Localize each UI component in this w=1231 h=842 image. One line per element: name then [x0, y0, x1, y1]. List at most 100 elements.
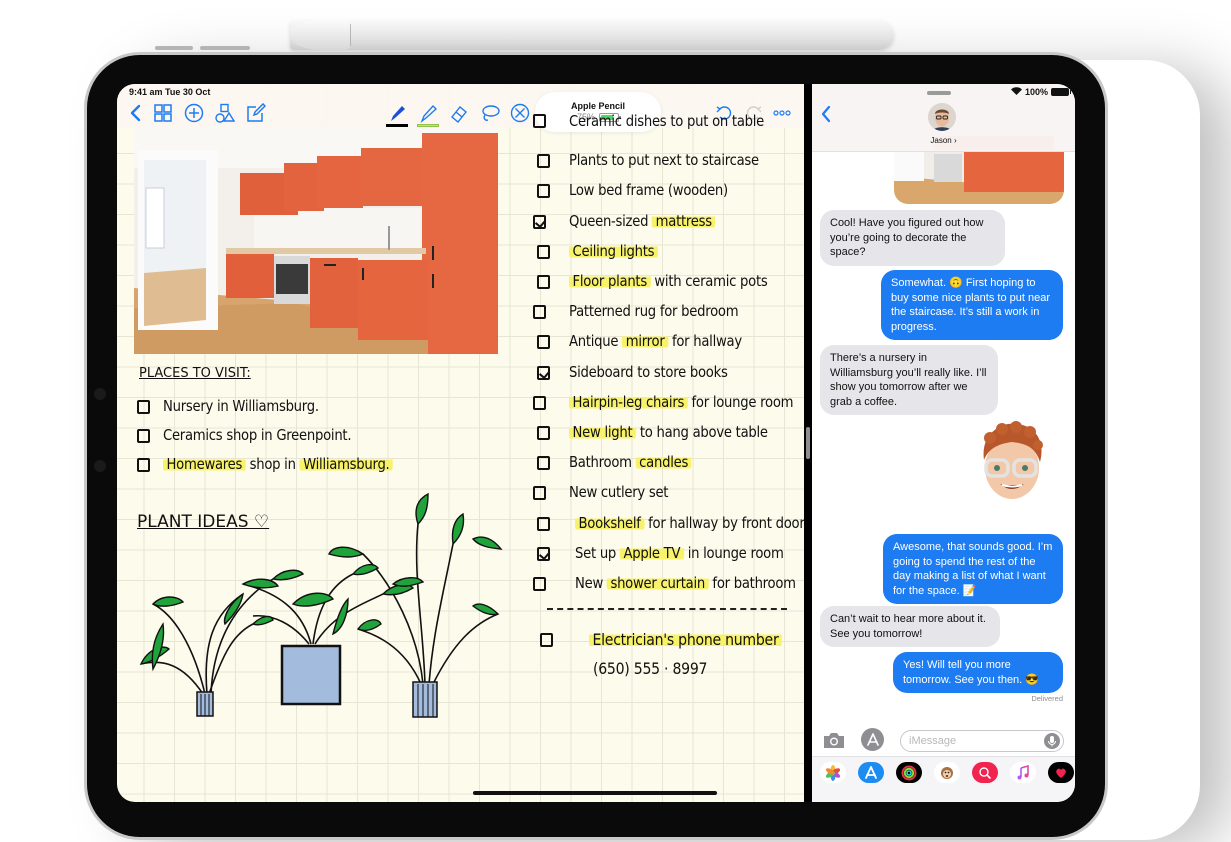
activity-icon[interactable]: [896, 762, 922, 783]
text: Plants to put next to staircase: [569, 151, 759, 170]
highlight: mirror: [622, 332, 669, 351]
kitchen-photo[interactable]: [134, 128, 498, 354]
received-message-bubble[interactable]: There’s a nursery in Williamsburg you’ll…: [820, 345, 998, 415]
animoji-icon[interactable]: [934, 762, 960, 783]
checklist-item: Plants to put next to staircase: [569, 151, 759, 169]
slide-over-grabber[interactable]: [927, 91, 951, 95]
text: in lounge room: [683, 543, 784, 562]
sent-message-bubble[interactable]: Somewhat. 🙃 First hoping to buy some nic…: [881, 270, 1063, 340]
camera-icon[interactable]: [822, 731, 846, 754]
checkbox[interactable]: [537, 426, 550, 440]
contact-name[interactable]: Jason ›: [812, 136, 1075, 145]
imessage-input[interactable]: iMessage: [900, 730, 1064, 752]
checklist-item: Bookshelf for hallway by front door: [575, 513, 805, 532]
plant-drawing[interactable]: [133, 484, 503, 724]
ipad-screen: 9:41 am Tue 30 Oct Apple Pencil 75% PLAC…: [117, 84, 1075, 802]
checklist-item: Ceiling lights: [569, 241, 658, 260]
checkbox[interactable]: [533, 577, 546, 591]
checklist-item: Hairpin-leg chairs for lounge room: [569, 392, 794, 411]
more-icon[interactable]: [771, 102, 793, 124]
camera-dot: [94, 460, 106, 472]
electrician-phone: (650) 555 · 8997: [593, 659, 708, 678]
lasso-tool-icon[interactable]: [479, 102, 501, 124]
checkbox[interactable]: [533, 486, 546, 501]
sent-message-bubble[interactable]: Yes! Will tell you more tomorrow. See yo…: [893, 652, 1063, 693]
eraser-tool-icon[interactable]: [448, 102, 470, 124]
pencil-band: [350, 24, 351, 46]
battery-icon: [1051, 88, 1071, 96]
add-circle-icon[interactable]: [183, 102, 205, 124]
checkbox[interactable]: [137, 429, 150, 443]
checkbox[interactable]: [537, 516, 550, 531]
text: with ceramic pots: [650, 272, 768, 290]
grid-icon[interactable]: [152, 102, 174, 124]
status-bar-right: 100%: [1010, 87, 1071, 97]
app-store-icon[interactable]: [858, 762, 884, 783]
checkbox[interactable]: [537, 275, 550, 289]
memoji-sticker[interactable]: [974, 420, 1050, 506]
checklist-item: New shower curtain for bathroom: [575, 574, 796, 592]
back-chevron-icon[interactable]: [820, 105, 832, 128]
place-item: Nursery in Williamsburg.: [163, 397, 319, 415]
power-button: [230, 46, 250, 50]
sent-message-bubble[interactable]: Awesome, that sounds good. I’m going to …: [883, 534, 1063, 604]
checkbox[interactable]: [537, 365, 550, 380]
received-message-bubble[interactable]: Can’t wait to hear more about it. See yo…: [820, 606, 1000, 647]
checklist-item: Bathroom candles: [569, 453, 692, 472]
app-store-button[interactable]: [861, 728, 884, 751]
checklist-item: New light to hang above table: [569, 423, 768, 441]
text: Queen-sized: [569, 211, 653, 230]
highlight: Homewares: [163, 455, 246, 473]
checkbox[interactable]: [137, 400, 150, 414]
highlight: Apple TV: [619, 543, 684, 562]
volume-button: [155, 46, 193, 50]
checklist-item: New cutlery set: [569, 483, 668, 501]
checkbox[interactable]: [533, 214, 546, 229]
highlight: Bookshelf: [575, 513, 645, 532]
highlighter-tool-icon[interactable]: [417, 102, 439, 124]
checklist-item: Set up Apple TV in lounge room: [575, 543, 784, 562]
pen-tool-icon[interactable]: [386, 102, 408, 124]
checkbox[interactable]: [533, 305, 546, 320]
checkbox[interactable]: [537, 154, 550, 169]
split-view-handle[interactable]: [806, 427, 810, 459]
received-message-bubble[interactable]: Cool! Have you figured out how you’re go…: [820, 210, 1005, 266]
checkbox[interactable]: [540, 633, 553, 647]
compose-bar: iMessage: [812, 724, 1075, 754]
microphone-icon[interactable]: [1044, 733, 1060, 749]
contact-avatar[interactable]: [928, 103, 956, 131]
notes-app[interactable]: 9:41 am Tue 30 Oct Apple Pencil 75% PLAC…: [117, 84, 805, 802]
apple-pencil: [290, 20, 894, 50]
highlight: shower curtain: [606, 574, 709, 592]
checkbox[interactable]: [537, 546, 550, 561]
text: New cutlery set: [569, 483, 669, 502]
text: New: [575, 574, 607, 592]
shapes-icon[interactable]: [214, 102, 236, 124]
compose-icon[interactable]: [245, 102, 267, 124]
digital-touch-icon[interactable]: [1048, 762, 1074, 783]
checkbox[interactable]: [537, 184, 550, 199]
place-item: Ceramics shop in Greenpoint.: [163, 426, 352, 444]
checkbox[interactable]: [137, 458, 150, 472]
highlight: Hairpin-leg chairs: [569, 392, 688, 411]
text: for hallway by front door: [644, 513, 805, 532]
checklist-item: Ceramic dishes to put on table: [569, 112, 764, 130]
checkbox[interactable]: [537, 244, 550, 259]
music-icon[interactable]: [1010, 762, 1036, 783]
photos-app-icon[interactable]: [820, 762, 846, 783]
text: Bathroom: [569, 453, 636, 472]
checkbox[interactable]: [533, 114, 546, 128]
highlighter-color-swatch: [417, 124, 439, 127]
checkbox[interactable]: [537, 335, 550, 350]
places-heading: PLACES TO VISIT:: [139, 366, 251, 381]
back-chevron-icon[interactable]: [125, 102, 147, 124]
highlight: candles: [635, 453, 692, 472]
home-indicator[interactable]: [473, 791, 717, 795]
close-circle-icon[interactable]: [509, 102, 531, 124]
images-search-icon[interactable]: [972, 762, 998, 783]
volume-button: [200, 46, 234, 50]
conversation-header: 100% Jason ›: [812, 84, 1075, 152]
dashed-separator: [547, 608, 787, 610]
checkbox[interactable]: [537, 456, 550, 471]
checkbox[interactable]: [533, 395, 546, 410]
